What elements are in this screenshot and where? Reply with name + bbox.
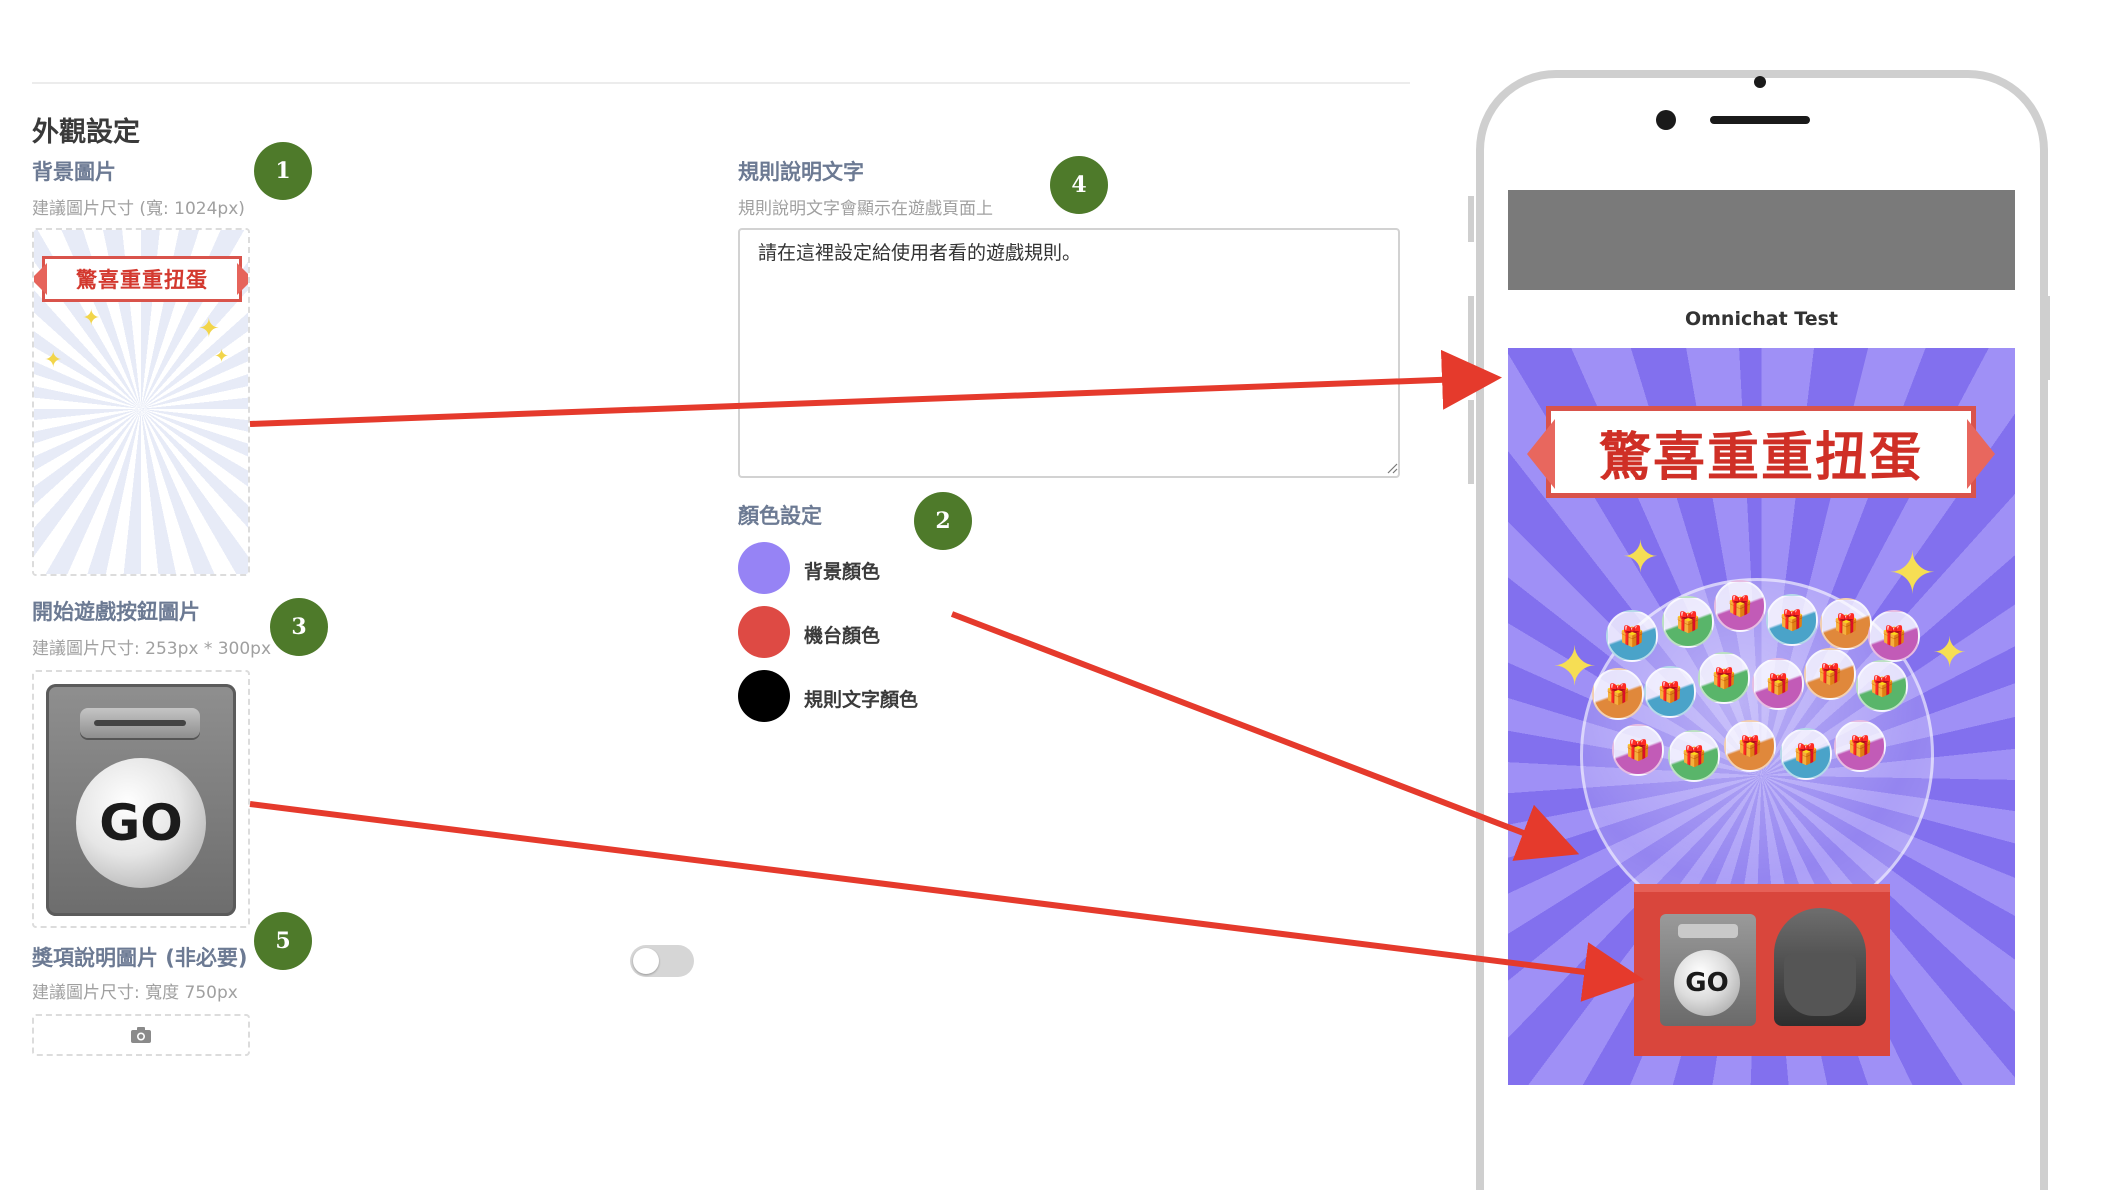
annotation-arrows xyxy=(249,349,1644,1002)
arrow-background xyxy=(249,349,1502,427)
arrow-go-button xyxy=(249,801,1644,1002)
arrow-machine-color xyxy=(950,611,1580,861)
